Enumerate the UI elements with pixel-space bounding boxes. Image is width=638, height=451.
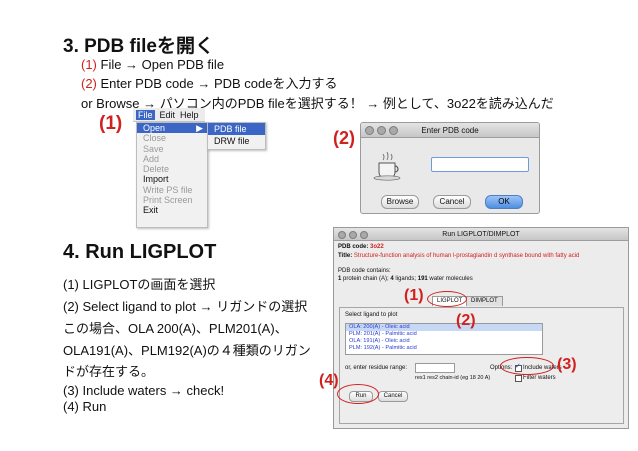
section4-line3: この場合、OLA 200(A)、PLM201(A)、: [63, 321, 288, 336]
menu-help[interactable]: Help: [180, 110, 199, 120]
section4-line1: (1) LIGPLOTの画面を選択: [63, 277, 216, 292]
section4-line4: OLA191(A)、PLM192(A)の４種類のリガン: [63, 343, 311, 358]
file-menu: Open ▶ Close Save Add Delete Import Write…: [136, 122, 208, 228]
ligplot-title: Run LIGPLOT/DIMPLOT: [442, 230, 520, 238]
dialog-titlebar: Enter PDB code: [361, 123, 539, 138]
filter-waters-label: Filter waters: [523, 375, 556, 381]
step2-line: (2) Enter PDB code → PDB codeを入力する: [81, 73, 337, 92]
menu-file[interactable]: File: [136, 109, 155, 120]
ligand-list[interactable]: OLA: 200(A) - Oleic acid PLM: 201(A) - P…: [345, 323, 543, 355]
cancel-button[interactable]: Cancel: [433, 195, 471, 209]
tab-dimplot[interactable]: DIMPLOT: [466, 296, 503, 306]
section4-line7: (4) Run: [63, 399, 107, 414]
window-zoom-icon[interactable]: [389, 126, 398, 135]
section4-line6: (3) Include waters → check!: [63, 383, 225, 398]
contains-summary: 1 protein chain (A); 4 ligands; 191 wate…: [338, 276, 473, 282]
step2-text: Enter PDB code → PDB codeを入力する: [96, 76, 338, 91]
label-dialog-step: (2): [333, 128, 355, 148]
residue-range-label: or, enter residue range:: [345, 365, 408, 371]
label-waters-step: (3): [557, 356, 577, 373]
section4-heading: 4. Run LIGPLOT: [63, 241, 217, 263]
highlight-include-waters: [500, 357, 554, 375]
menu-item-close[interactable]: Close: [137, 133, 207, 143]
ligplot-window: Run LIGPLOT/DIMPLOT PDB code: 3o22 Title…: [333, 227, 629, 429]
ligplot-cancel-button[interactable]: Cancel: [378, 391, 408, 402]
pdb-code-value: 3o22: [370, 244, 384, 250]
title-row: Title: Structure-function analysis of hu…: [338, 253, 580, 259]
step1-number: (1): [81, 57, 97, 72]
residue-range-input[interactable]: [415, 363, 455, 373]
window-zoom-icon[interactable]: [360, 231, 368, 239]
menu-item-add[interactable]: Add: [137, 154, 207, 164]
menu-item-write-ps[interactable]: Write PS file: [137, 185, 207, 195]
step1-line: (1) File → Open PDB file: [81, 57, 224, 72]
menu-item-open[interactable]: Open ▶: [137, 123, 207, 134]
pdb-code-input[interactable]: [431, 157, 529, 172]
highlight-ligplot-tab: [427, 291, 467, 307]
section3-heading: 3. PDB fileを開く: [63, 36, 214, 57]
select-ligand-label: Select ligand to plot: [345, 312, 398, 318]
window-minimize-icon[interactable]: [377, 126, 386, 135]
menu-item-import[interactable]: Import: [137, 174, 207, 184]
label-menu-step: (1): [99, 113, 123, 134]
contains-label: PDB code contains:: [338, 268, 391, 274]
title-value: Structure-function analysis of human l-p…: [353, 253, 580, 259]
list-item[interactable]: PLM: 201(A) - Palmitic acid: [346, 331, 542, 338]
list-item[interactable]: OLA: 200(A) - Oleic acid: [346, 324, 542, 331]
label-run-step: (4): [319, 372, 339, 389]
list-item[interactable]: OLA: 191(A) - Oleic acid: [346, 338, 542, 345]
menu-edit[interactable]: Edit: [160, 110, 176, 120]
ok-button[interactable]: OK: [485, 195, 523, 209]
window-close-icon[interactable]: [338, 231, 346, 239]
filter-waters-checkbox[interactable]: [515, 375, 522, 382]
menu-bar: File Edit Help: [133, 108, 205, 122]
submenu-item-drw-file[interactable]: DRW file: [208, 135, 265, 147]
enter-pdb-dialog: Enter PDB code Browse Cancel OK: [360, 122, 540, 214]
window-close-icon[interactable]: [365, 126, 374, 135]
menu-item-delete[interactable]: Delete: [137, 164, 207, 174]
section4-line5: ドが存在する。: [63, 364, 155, 379]
menu-item-save[interactable]: Save: [137, 144, 207, 154]
label-select-step: (2): [456, 312, 476, 329]
submenu-item-pdb-file[interactable]: PDB file: [208, 123, 265, 135]
browse-button[interactable]: Browse: [381, 195, 419, 209]
java-coffee-icon: [373, 151, 401, 181]
ligplot-titlebar: Run LIGPLOT/DIMPLOT: [334, 228, 628, 241]
open-submenu: PDB file DRW file: [207, 122, 266, 150]
pdb-code-row: PDB code: 3o22: [338, 244, 384, 250]
section4-line2: (2) Select ligand to plot → リガンドの選択: [63, 299, 308, 314]
list-item[interactable]: PLM: 192(A) - Palmitic acid: [346, 345, 542, 352]
residue-range-hint: res1 res2 chain-id (eg 18 20 A): [415, 375, 491, 381]
step2-number: (2): [81, 76, 97, 91]
highlight-run-button: [337, 384, 379, 404]
window-minimize-icon[interactable]: [349, 231, 357, 239]
submenu-arrow-icon: ▶: [196, 123, 203, 133]
menu-item-print-screen[interactable]: Print Screen: [137, 195, 207, 205]
ligplot-panel: Select ligand to plot OLA: 200(A) - Olei…: [339, 307, 624, 424]
step1-text: File → Open PDB file: [96, 57, 225, 72]
dialog-title: Enter PDB code: [421, 125, 479, 135]
menu-item-exit[interactable]: Exit: [137, 205, 207, 215]
label-ligplot-step: (1): [404, 287, 424, 304]
